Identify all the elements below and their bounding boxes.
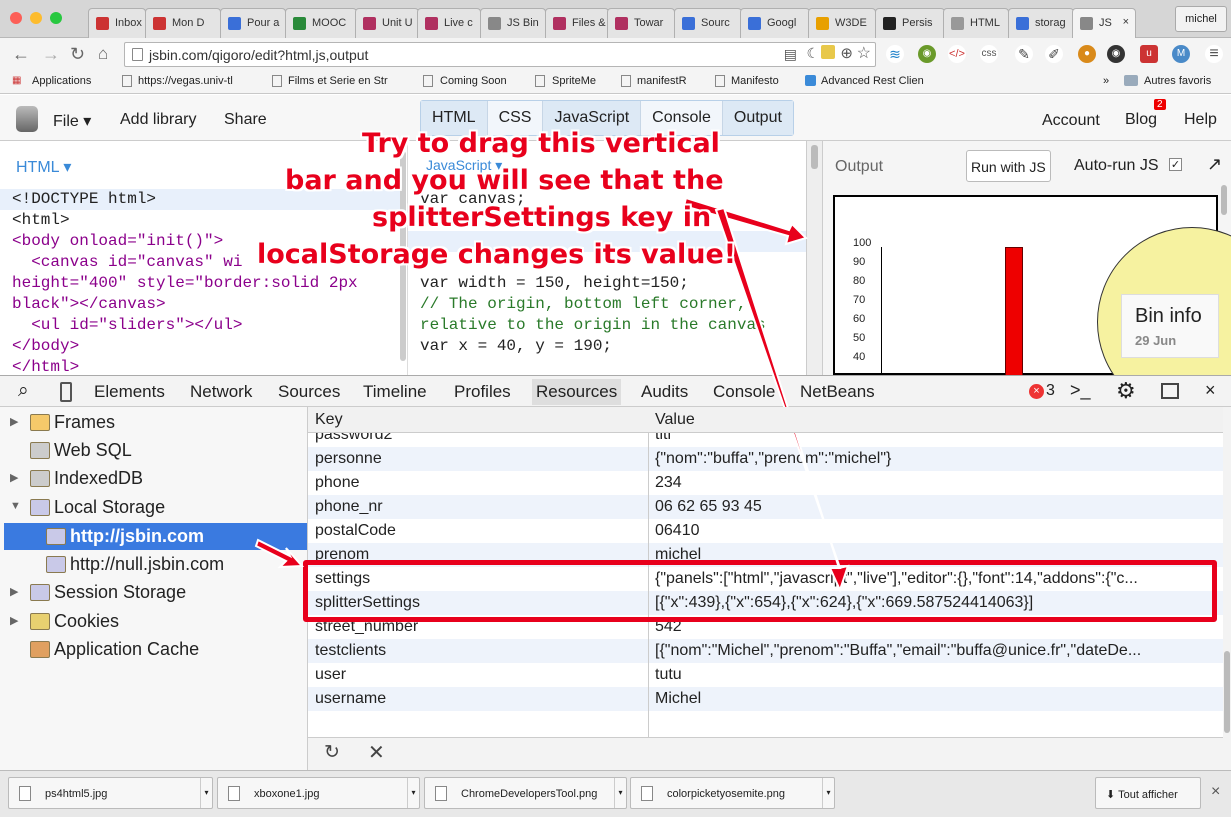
column-value-header[interactable]: Value: [655, 411, 1215, 429]
browser-tab[interactable]: JS ×: [1072, 8, 1136, 38]
annotation-line-4: localStorage changes its value!: [257, 239, 737, 270]
jsbin-icon: [1080, 17, 1093, 30]
column-key-header[interactable]: Key: [315, 411, 343, 429]
close-tab-icon[interactable]: ×: [1123, 16, 1129, 28]
annotation-line-3: splitterSettings key in: [372, 202, 712, 233]
table-header: Key Value: [308, 407, 1223, 433]
annotation-line-1: Try to drag this vertical: [362, 128, 720, 159]
annotation-line-2: bar and you will see that the: [285, 165, 724, 196]
tab-label: JS: [1099, 17, 1112, 29]
arrow-to-jsbin-storage: [254, 538, 305, 569]
